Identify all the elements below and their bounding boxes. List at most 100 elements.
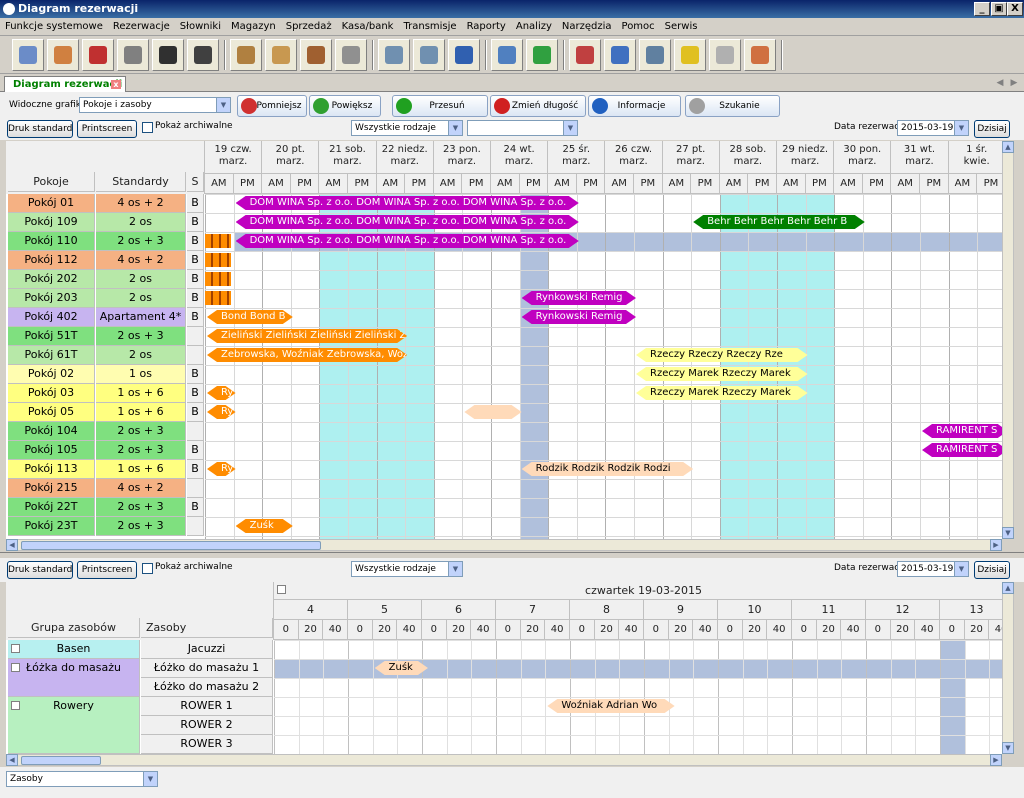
footer-view-select[interactable]: Zasoby ▼ — [6, 771, 158, 787]
reservation-stub[interactable] — [205, 272, 231, 286]
room-name-cell[interactable]: Pokój 215 — [8, 479, 95, 498]
room-name-cell[interactable]: Pokój 402 — [8, 308, 95, 327]
room-name-cell[interactable]: Pokój 02 — [8, 365, 95, 384]
tab-scroll-right-icon[interactable]: ▶ — [1008, 78, 1020, 90]
room-name-cell[interactable]: Pokój 23T — [8, 517, 95, 536]
network-settings-toolbar-button[interactable] — [413, 39, 445, 71]
resource-reservation-bar[interactable]: Zuśk — [375, 661, 428, 675]
resource-name-cell[interactable]: ROWER 2 — [141, 716, 273, 735]
room-name-cell[interactable]: Pokój 112 — [8, 251, 95, 270]
reservation-bar[interactable]: Ry — [207, 386, 236, 400]
change-length-button[interactable]: Zmień długość — [490, 95, 586, 117]
keyboard-toolbar-button[interactable] — [639, 39, 671, 71]
zoom-in-button[interactable]: Powiększ — [309, 95, 381, 117]
secondary-filter-select[interactable]: ▼ — [467, 120, 578, 136]
scroll-left-icon[interactable]: ◀ — [6, 539, 18, 551]
minimize-button[interactable]: _ — [974, 2, 990, 16]
show-archived-checkbox[interactable] — [142, 122, 153, 133]
move-button[interactable]: Przesuń — [392, 95, 488, 117]
reservation-bar[interactable]: DOM WINA Sp. z o.o. DOM WINA Sp. z o.o. … — [236, 234, 579, 248]
scroll-down-icon[interactable]: ▼ — [1002, 527, 1014, 539]
reservation-bar[interactable]: Zieliński Zieliński Zieliński Zieliński … — [207, 329, 407, 343]
resource-name-cell[interactable]: ROWER 1 — [141, 697, 273, 716]
resource-name-cell[interactable]: Łóżko do masażu 2 — [141, 678, 273, 697]
clapper-toolbar-button[interactable] — [152, 39, 184, 71]
resource-name-cell[interactable]: Jacuzzi — [141, 640, 273, 659]
reservation-bar[interactable]: DOM WINA Sp. z o.o. DOM WINA Sp. z o.o. … — [236, 196, 579, 210]
search-button[interactable]: Szukanie — [685, 95, 780, 117]
user-box-toolbar-button[interactable] — [300, 39, 332, 71]
tab-diagram-rezerwacji[interactable]: Diagram rezerwacji x — [4, 76, 126, 92]
information-button[interactable]: Informacje — [588, 95, 681, 117]
globe-toolbar-button[interactable] — [526, 39, 558, 71]
scrollbar-thumb[interactable] — [21, 541, 321, 550]
reservation-bar[interactable]: Ry — [207, 462, 236, 476]
reservation-bar[interactable]: RAMIRENT S — [922, 424, 1002, 438]
room-name-cell[interactable]: Pokój 110 — [8, 232, 95, 251]
room-name-cell[interactable]: Pokój 105 — [8, 441, 95, 460]
lower-date-picker[interactable]: 2015-03-19 ▼ — [897, 561, 969, 577]
resource-group-cell[interactable]: Rowery — [8, 697, 140, 754]
room-name-cell[interactable]: Pokój 51T — [8, 327, 95, 346]
resource-group-cell[interactable]: Łóżka do masażu — [8, 659, 140, 697]
print-standard-button[interactable]: Druk standard — [7, 120, 73, 138]
gears-toolbar-button[interactable] — [335, 39, 367, 71]
room-name-cell[interactable]: Pokój 61T — [8, 346, 95, 365]
lower-print-standard-button[interactable]: Druk standard — [7, 561, 73, 579]
room-name-cell[interactable]: Pokój 05 — [8, 403, 95, 422]
box-toolbar-button[interactable] — [230, 39, 262, 71]
date-picker[interactable]: 2015-03-19 ▼ — [897, 120, 969, 136]
info-card-toolbar-button[interactable] — [604, 39, 636, 71]
restore-button[interactable]: ▣ — [991, 2, 1007, 16]
room-type-filter-select[interactable]: Wszystkie rodzaje ▼ — [351, 120, 463, 136]
tab-close-icon[interactable]: x — [111, 80, 121, 89]
menu-item-3[interactable]: Magazyn — [226, 18, 281, 36]
collapse-icon[interactable] — [11, 644, 20, 653]
menu-item-2[interactable]: Słowniki — [175, 18, 226, 36]
column-header-s[interactable]: S — [187, 172, 204, 192]
column-header-rooms[interactable]: Pokoje — [8, 172, 95, 192]
collapse-icon[interactable] — [11, 663, 20, 672]
menu-item-4[interactable]: Sprzedaż — [281, 18, 337, 36]
grid-calendar-toolbar-button[interactable] — [12, 39, 44, 71]
scroll-left-icon[interactable]: ◀ — [6, 754, 18, 766]
today-button[interactable]: Dzisiaj — [974, 120, 1010, 138]
scroll-up-icon[interactable]: ▲ — [1002, 141, 1014, 153]
reservation-bar[interactable]: Rzeczy Marek Rzeczy Marek — [636, 367, 808, 381]
reservation-bar[interactable]: Behr Behr Behr Behr Behr B — [693, 215, 865, 229]
reservation-bar[interactable]: Zebrowska, Woźniak Zebrowska, Woź — [207, 348, 407, 362]
reservation-bar[interactable]: Rzeczy Marek Rzeczy Marek — [636, 386, 808, 400]
user-network-toolbar-button[interactable] — [448, 39, 480, 71]
reservation-stub[interactable] — [205, 234, 231, 248]
close-window-button[interactable]: X — [1007, 2, 1023, 16]
scroll-up-icon[interactable]: ▲ — [1002, 582, 1014, 594]
column-header-standards[interactable]: Standardy — [96, 172, 186, 192]
room-name-cell[interactable]: Pokój 01 — [8, 194, 95, 213]
menu-item-9[interactable]: Narzędzia — [557, 18, 617, 36]
sun-toolbar-button[interactable] — [674, 39, 706, 71]
reservation-stub[interactable] — [205, 291, 231, 305]
reservation-bar[interactable]: DOM WINA Sp. z o.o. DOM WINA Sp. z o.o. … — [236, 215, 579, 229]
lower-today-button[interactable]: Dzisiaj — [974, 561, 1010, 579]
reservation-bar[interactable]: Rynkowski Remig — [522, 291, 636, 305]
menu-item-8[interactable]: Analizy — [511, 18, 557, 36]
document-toolbar-button[interactable] — [709, 39, 741, 71]
reservation-bar[interactable]: Zuśk — [236, 519, 293, 533]
printer-toolbar-button[interactable] — [117, 39, 149, 71]
resource-reservation-bar[interactable]: Woźniak Adrian Wo — [547, 699, 674, 713]
resource-reservation-grid[interactable]: Grupa zasobów Zasoby czwartek 19-03-2015 4 0… — [6, 582, 1002, 754]
collapse-icon[interactable] — [11, 701, 20, 710]
flag-toolbar-button[interactable] — [187, 39, 219, 71]
visible-charts-select[interactable]: Pokoje i zasoby ▼ — [79, 97, 231, 113]
scroll-right-icon[interactable]: ▶ — [990, 754, 1002, 766]
resource-type-filter-select[interactable]: Wszystkie rodzaje ▼ — [351, 561, 463, 577]
room-name-cell[interactable]: Pokój 203 — [8, 289, 95, 308]
printscreen-button[interactable]: Printscreen — [77, 120, 137, 138]
room-reservation-grid[interactable]: Pokoje Standardy S 19 czw. marz. AM PM 20 pt. ma… — [6, 141, 1002, 539]
reservation-bar[interactable]: RAMIRENT S — [922, 443, 1002, 457]
resource-name-cell[interactable]: ROWER 3 — [141, 735, 273, 754]
scroll-down-icon[interactable]: ▼ — [1002, 742, 1014, 754]
menu-item-6[interactable]: Transmisje — [398, 18, 461, 36]
collapse-icon[interactable] — [277, 585, 286, 594]
room-name-cell[interactable]: Pokój 03 — [8, 384, 95, 403]
